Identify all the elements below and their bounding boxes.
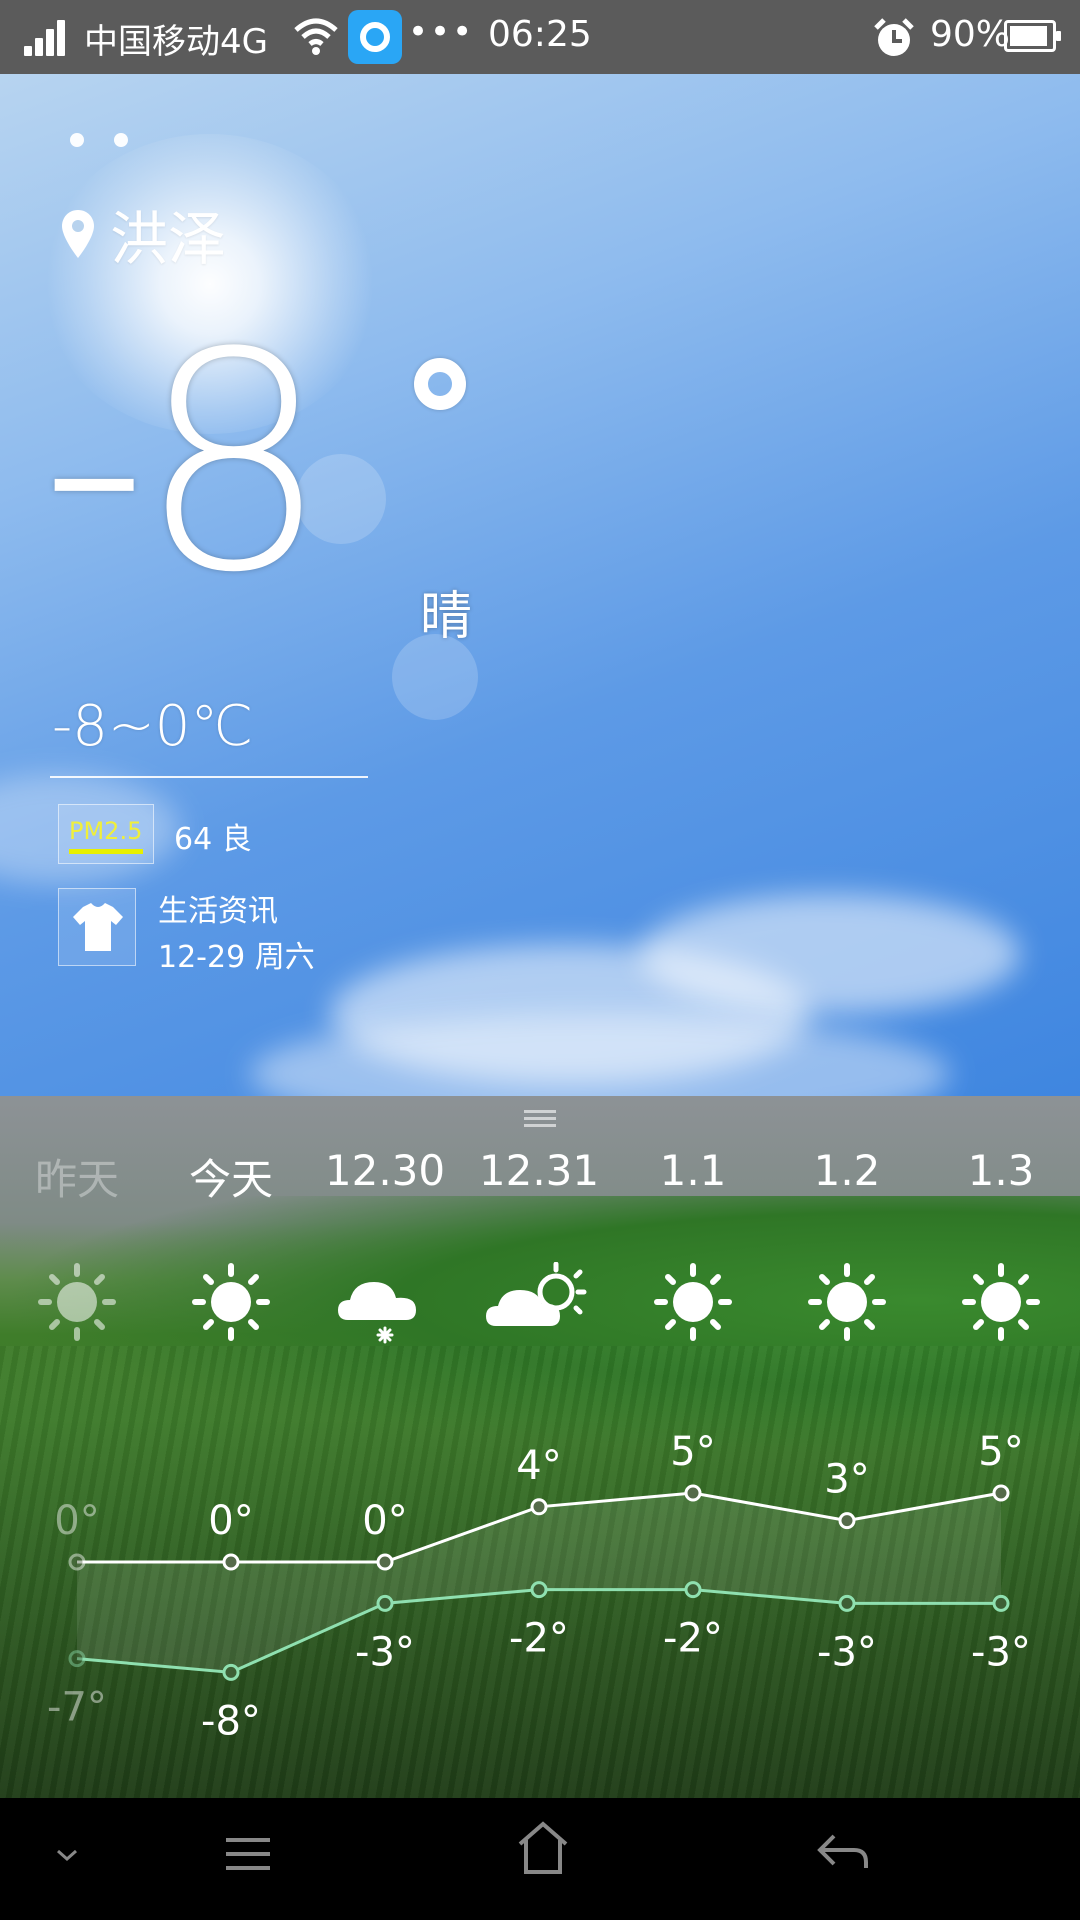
status-bar: 中国移动4G ••• 06:25 90%	[0, 0, 1080, 74]
low-temp-label: -2°	[509, 1616, 569, 1662]
high-temp-point	[838, 1512, 856, 1530]
low-temp-point	[838, 1594, 856, 1612]
divider	[50, 776, 368, 778]
weather-condition: 晴	[420, 587, 473, 647]
temperature-chart: 0° 0° 0° 4° 5° 3° 5° -7° -8° -3° -2° -2° -3° -3°	[47, 1429, 1031, 1744]
high-temp-point	[992, 1484, 1010, 1502]
location-pin-icon	[62, 210, 94, 258]
high-temp-point	[684, 1484, 702, 1502]
signal-icon	[24, 18, 72, 56]
low-temp-point	[376, 1594, 394, 1612]
menu-icon[interactable]	[222, 1828, 274, 1880]
high-temp-point	[222, 1553, 240, 1571]
wifi-icon	[294, 18, 338, 55]
low-temp-label: -3°	[971, 1629, 1031, 1675]
high-temp-label: 5°	[978, 1429, 1023, 1475]
high-temp-label: 0°	[54, 1498, 99, 1544]
high-temp-label: 3°	[824, 1457, 869, 1503]
navigation-bar	[0, 1798, 1080, 1920]
tshirt-icon	[73, 903, 123, 951]
low-temp-point	[684, 1581, 702, 1599]
low-temp-point	[992, 1594, 1010, 1612]
high-temp-point	[68, 1553, 86, 1571]
life-info-date: 12-29 周六	[158, 940, 315, 975]
low-temp-label: -3°	[355, 1629, 415, 1675]
carrier-name: 中国移动4G	[84, 22, 268, 62]
app-notification-icon	[348, 10, 402, 64]
pm25-label: PM2.5	[69, 817, 143, 845]
low-temp-point	[68, 1650, 86, 1668]
clock: 06:25	[488, 14, 592, 55]
city-header[interactable]: 洪泽	[60, 194, 226, 274]
high-temp-label: 0°	[362, 1498, 407, 1544]
alarm-icon	[874, 18, 914, 56]
high-temp-label: 5°	[670, 1429, 715, 1475]
page-indicator	[70, 132, 158, 151]
low-temp-label: -8°	[201, 1698, 261, 1744]
high-temp-label: 4°	[516, 1443, 561, 1489]
air-quality-value: 64 良	[174, 822, 252, 857]
battery-icon	[1004, 20, 1061, 52]
low-temp-point	[222, 1663, 240, 1681]
life-info-title: 生活资讯	[158, 894, 278, 929]
chevron-down-icon[interactable]	[52, 1840, 82, 1870]
pm25-badge[interactable]: PM2.5	[58, 804, 154, 864]
more-notifications: •••	[408, 12, 475, 52]
home-icon[interactable]	[516, 1820, 570, 1876]
city-name: 洪泽	[110, 205, 227, 273]
pm25-level-bar	[69, 849, 143, 854]
low-temp-point	[530, 1581, 548, 1599]
back-icon[interactable]	[814, 1828, 870, 1880]
current-temperature: -8	[40, 289, 329, 638]
low-temp-label: -7°	[47, 1685, 107, 1731]
high-temp-label: 0°	[208, 1498, 253, 1544]
low-temp-label: -3°	[817, 1629, 877, 1675]
temperature-range: -8~0℃	[52, 694, 254, 759]
high-temp-point	[376, 1553, 394, 1571]
current-weather: 洪泽 -8 晴 -8~0℃ PM2.5 64 良 生活资讯 12-29 周六	[0, 74, 1080, 1096]
high-temp-point	[530, 1498, 548, 1516]
degree-symbol	[414, 358, 466, 410]
low-temp-label: -2°	[663, 1616, 723, 1662]
battery-percent: 90%	[930, 14, 1011, 55]
life-info-button[interactable]	[58, 888, 136, 966]
forecast-panel[interactable]: 昨天 今天 12.30 12.31 1.1 1.2 1.3 0° 0° 0° 4…	[0, 1096, 1080, 1798]
